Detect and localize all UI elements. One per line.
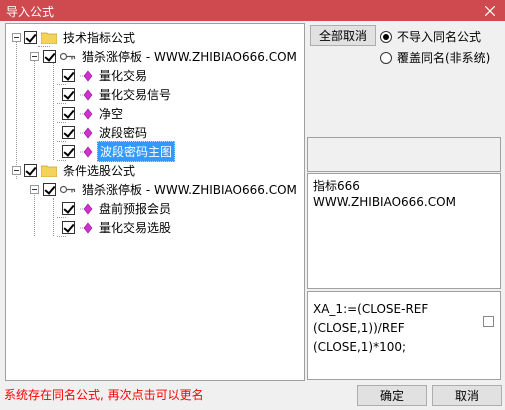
- collapse-toggle[interactable]: [30, 185, 39, 194]
- key-icon: [60, 52, 76, 61]
- tree-line: [53, 198, 54, 236]
- tree-item-label: 净空: [99, 107, 124, 121]
- checkbox[interactable]: [62, 88, 75, 101]
- status-message: 系统存在同名公式, 再次点击可以更名: [4, 388, 204, 402]
- tree-item-label: 量化交易: [99, 69, 148, 83]
- close-icon: [484, 5, 495, 16]
- formula-diamond-icon: [79, 108, 93, 120]
- title-bar: 导入公式: [0, 0, 505, 21]
- radio-button[interactable]: [380, 51, 392, 64]
- tree-node-label: 技术指标公式: [63, 31, 136, 45]
- collapse-toggle[interactable]: [30, 52, 39, 61]
- tree-line: [53, 60, 54, 160]
- checkbox[interactable]: [62, 221, 75, 234]
- tree-item[interactable]: 盘前预报会员: [62, 199, 173, 218]
- checkbox[interactable]: [62, 202, 75, 215]
- tree-item[interactable]: 量化交易信号: [62, 85, 173, 104]
- tree-node-source[interactable]: 猎杀涨停板 - WWW.ZHIBIAO666.COM: [43, 180, 299, 199]
- radio-no-import[interactable]: 不导入同名公式: [380, 28, 481, 45]
- formula-text: XA_1:=(CLOSE-REF (CLOSE,1))/REF (CLOSE,1…: [313, 302, 429, 354]
- folder-icon: [41, 164, 57, 177]
- key-icon: [60, 185, 76, 194]
- tree-node-label: 猎杀涨停板 - WWW.ZHIBIAO666.COM: [82, 183, 297, 197]
- formula-diamond-icon: [79, 89, 93, 101]
- radio-label: 不导入同名公式: [397, 30, 482, 44]
- radio-button[interactable]: [380, 30, 392, 43]
- tree-node-indicator-formulas[interactable]: 技术指标公式: [24, 28, 137, 47]
- formula-diamond-icon: [79, 146, 93, 158]
- checkbox[interactable]: [62, 145, 75, 158]
- formula-diamond-icon: [79, 70, 93, 82]
- tree-node-screening-formulas[interactable]: 条件选股公式: [24, 161, 137, 180]
- tree-item-label: 量化交易选股: [99, 221, 172, 235]
- ok-button[interactable]: 确定: [357, 385, 427, 406]
- tree-item-label: 量化交易信号: [99, 88, 172, 102]
- checkbox[interactable]: [43, 50, 56, 63]
- formula-diamond-icon: [79, 127, 93, 139]
- window-title: 导入公式: [6, 5, 55, 19]
- info-panel: 指标666 WWW.ZHIBIAO666.COM: [307, 173, 501, 289]
- checkbox[interactable]: [43, 183, 56, 196]
- deselect-all-button[interactable]: 全部取消: [310, 25, 376, 46]
- preview-panel: [307, 137, 501, 172]
- radio-overwrite[interactable]: 覆盖同名(非系统): [380, 49, 490, 66]
- tree-item-label: 波段密码主图: [97, 141, 176, 162]
- checkbox[interactable]: [24, 164, 37, 177]
- formula-checkbox[interactable]: [483, 316, 494, 327]
- collapse-toggle[interactable]: [12, 166, 21, 175]
- tree-item[interactable]: 波段密码: [62, 123, 149, 142]
- collapse-toggle[interactable]: [12, 33, 21, 42]
- radio-label: 覆盖同名(非系统): [397, 51, 491, 65]
- tree-item-selected[interactable]: 波段密码主图: [62, 141, 176, 162]
- checkbox[interactable]: [62, 107, 75, 120]
- close-button[interactable]: [474, 0, 505, 21]
- dialog-body: 技术指标公式 猎杀涨停板 - WWW.ZHIBIAO666.COM 量化交易 量…: [0, 21, 505, 410]
- formula-diamond-icon: [79, 222, 93, 234]
- tree-item[interactable]: 量化交易: [62, 66, 149, 85]
- folder-icon: [41, 31, 57, 44]
- tree-node-source[interactable]: 猎杀涨停板 - WWW.ZHIBIAO666.COM: [43, 47, 299, 66]
- cancel-button[interactable]: 取消: [432, 385, 502, 406]
- tree-line: [34, 190, 35, 236]
- tree-node-label: 猎杀涨停板 - WWW.ZHIBIAO666.COM: [82, 50, 297, 64]
- checkbox[interactable]: [24, 31, 37, 44]
- formula-diamond-icon: [79, 203, 93, 215]
- checkbox[interactable]: [62, 69, 75, 82]
- tree-item-label: 盘前预报会员: [99, 202, 172, 216]
- tree-item[interactable]: 净空: [62, 104, 125, 123]
- formula-panel[interactable]: XA_1:=(CLOSE-REF (CLOSE,1))/REF (CLOSE,1…: [307, 291, 501, 380]
- tree-line: [16, 38, 17, 179]
- tree-line: [34, 57, 35, 160]
- tree-item[interactable]: 量化交易选股: [62, 218, 173, 237]
- checkbox[interactable]: [62, 126, 75, 139]
- formula-tree[interactable]: 技术指标公式 猎杀涨停板 - WWW.ZHIBIAO666.COM 量化交易 量…: [5, 23, 305, 381]
- tree-node-label: 条件选股公式: [63, 164, 136, 178]
- info-text: 指标666 WWW.ZHIBIAO666.COM: [313, 179, 456, 209]
- tree-item-label: 波段密码: [99, 126, 148, 140]
